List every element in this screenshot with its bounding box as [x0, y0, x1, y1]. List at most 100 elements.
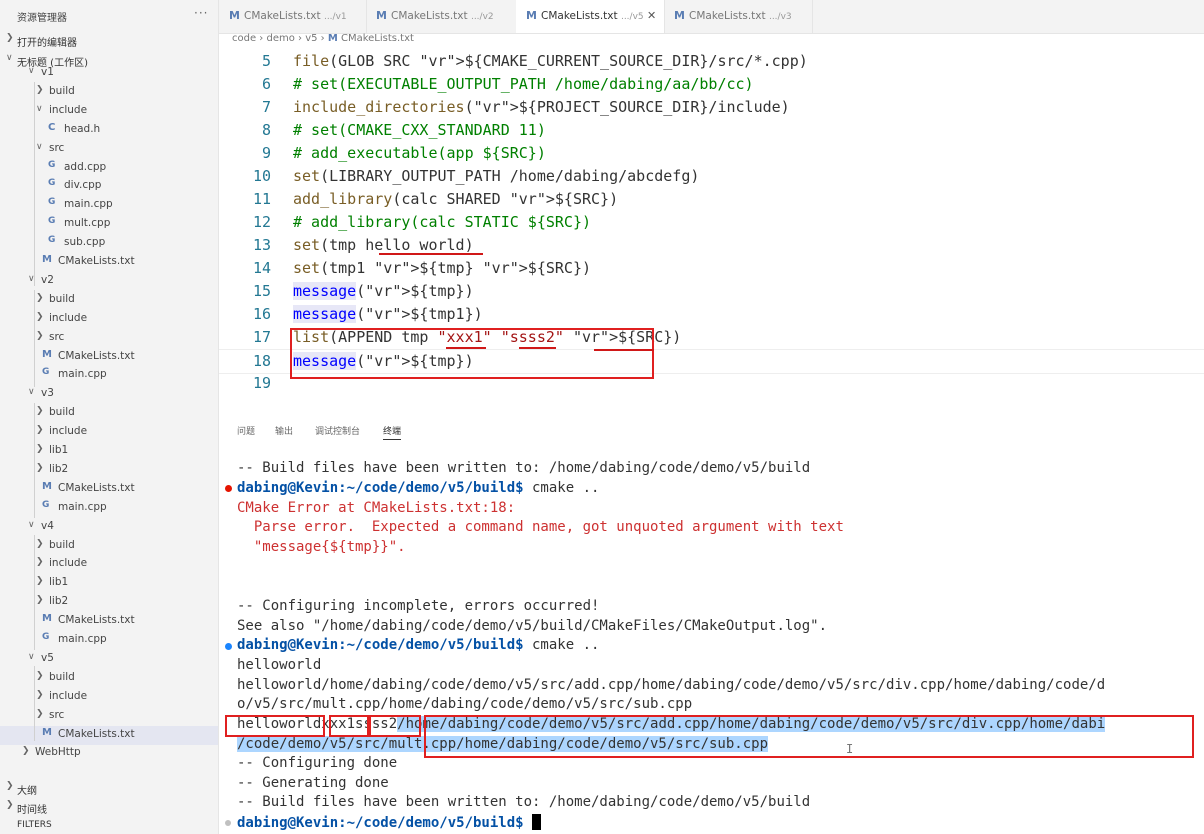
success-status-icon[interactable]: [225, 643, 232, 650]
chevron-right-icon: ❯: [36, 330, 44, 341]
tree-item-include[interactable]: ❯ include: [0, 310, 218, 329]
tab-debug-console[interactable]: 调试控制台: [315, 424, 360, 437]
tree-item-main-cpp[interactable]: Gmain.cpp: [0, 499, 218, 518]
tree-item-build[interactable]: ❯ build: [0, 404, 218, 423]
tree-item-v2[interactable]: ∨ v2: [0, 272, 218, 291]
tree-item-main-cpp[interactable]: Gmain.cpp: [0, 631, 218, 650]
breadcrumb: code › demo › v5 › M CMakeLists.txt: [232, 33, 414, 44]
tree-item-lib1[interactable]: ❯ lib1: [0, 442, 218, 461]
cmake-file-icon: M: [42, 726, 52, 738]
code-line[interactable]: 10 set(LIBRARY_OUTPUT_PATH /home/dabing/a…: [219, 165, 1204, 188]
tree-item-cmakelists-txt[interactable]: M CMakeLists.txt: [0, 725, 218, 745]
code-line[interactable]: 9 # add_executable(app ${SRC}): [219, 142, 1204, 165]
terminal-prompt: dabing@Kevin:~/code/demo/v5/build$: [237, 637, 524, 653]
indent-guide: [34, 82, 35, 286]
tree-item-include[interactable]: ❯ include: [0, 688, 218, 707]
breadcrumb-item[interactable]: v5: [305, 33, 317, 44]
breadcrumb-item[interactable]: CMakeLists.txt: [341, 33, 414, 44]
code-text: message("vr">${tmp1}): [293, 305, 483, 323]
code-line[interactable]: 7 include_directories("vr">${PROJECT_SOUR…: [219, 96, 1204, 119]
tab-terminal[interactable]: 终端: [383, 424, 402, 440]
timeline-section[interactable]: ❯ 时间线: [0, 798, 218, 817]
tree-item-include[interactable]: ❯ include: [0, 423, 218, 442]
filters-section[interactable]: FILTERS: [0, 817, 218, 834]
tab-problems[interactable]: 问题: [237, 424, 255, 437]
tab-cmakelists-v1[interactable]: M CMakeLists.txt .../v1: [219, 0, 367, 33]
terminal-prompt: dabing@Kevin:~/code/demo/v5/build$: [237, 815, 524, 831]
cpp-file-icon: G: [42, 367, 50, 378]
code-text: set(tmp hello world): [293, 236, 474, 254]
tree-item-src[interactable]: ❯ src: [0, 707, 218, 726]
tree-item-lib1[interactable]: ❯ lib1: [0, 574, 218, 593]
tree-item-label: include: [49, 689, 88, 702]
code-line[interactable]: 11 add_library(calc SHARED "vr">${SRC}): [219, 188, 1204, 211]
code-line[interactable]: 15 message("vr">${tmp}): [219, 280, 1204, 303]
line-number: 16: [252, 305, 271, 323]
annotation-box: [424, 715, 1194, 758]
tree-item-v1[interactable]: ∨ v1: [0, 64, 218, 83]
line-number: 5: [261, 52, 271, 70]
tab-dir: .../v2: [470, 12, 494, 22]
tree-item-v4[interactable]: ∨ v4: [0, 518, 218, 537]
code-line[interactable]: 13 set(tmp hello world): [219, 234, 1204, 257]
error-status-icon[interactable]: [225, 485, 232, 492]
code-line[interactable]: 6 # set(EXECUTABLE_OUTPUT_PATH /home/dabi…: [219, 73, 1204, 96]
tree-item-cmakelists-txt[interactable]: M CMakeLists.txt: [0, 480, 218, 499]
tree-item-label: lib2: [49, 595, 69, 608]
tree-item-head-h[interactable]: Chead.h: [0, 121, 218, 140]
breadcrumb-item[interactable]: code: [232, 33, 256, 44]
tree-item-src[interactable]: ❯ src: [0, 329, 218, 348]
tree-item-mult-cpp[interactable]: Gmult.cpp: [0, 215, 218, 234]
line-number: 8: [261, 121, 271, 139]
tree-item-lib2[interactable]: ❯ lib2: [0, 593, 218, 612]
code-editor[interactable]: 19 18 message("vr">${tmp}) 17 list(APPEND tm…: [219, 50, 1204, 400]
tree-item-main-cpp[interactable]: Gmain.cpp: [0, 366, 218, 385]
code-line[interactable]: 8 # set(CMAKE_CXX_STANDARD 11): [219, 119, 1204, 142]
line-number: 18: [252, 352, 271, 370]
code-line[interactable]: 12 # add_library(calc STATIC ${SRC}): [219, 211, 1204, 234]
cmake-file-icon: M: [42, 613, 52, 625]
open-editors-section[interactable]: ❯ 打开的编辑器: [0, 31, 218, 50]
tree-item-label: main.cpp: [58, 500, 107, 513]
close-tab-icon[interactable]: ✕: [647, 9, 656, 22]
tab-cmakelists-v5[interactable]: M CMakeLists.txt .../v5 ✕: [516, 0, 665, 33]
tree-item-add-cpp[interactable]: Gadd.cpp: [0, 159, 218, 178]
terminal-prompt: dabing@Kevin:~/code/demo/v5/build$: [237, 480, 524, 496]
tree-item-sub-cpp[interactable]: Gsub.cpp: [0, 234, 218, 253]
open-editors-label: 打开的编辑器: [17, 38, 77, 49]
tree-item-main-cpp[interactable]: Gmain.cpp: [0, 196, 218, 215]
tree-item-src[interactable]: ∨ src: [0, 140, 218, 159]
tree-item-lib2[interactable]: ❯ lib2: [0, 461, 218, 480]
tree-item-webhttp[interactable]: ❯ WebHttp: [0, 744, 218, 763]
tree-item-div-cpp[interactable]: Gdiv.cpp: [0, 177, 218, 196]
tab-cmakelists-v2[interactable]: M CMakeLists.txt .../v2: [366, 0, 517, 33]
code-line[interactable]: 5 file(GLOB SRC "vr">${CMAKE_CURRENT_SOUR…: [219, 50, 1204, 73]
tree-item-cmakelists-txt[interactable]: M CMakeLists.txt: [0, 348, 218, 367]
line-number: 13: [252, 236, 271, 254]
tab-output[interactable]: 输出: [275, 424, 293, 437]
tree-item-cmakelists-txt[interactable]: M CMakeLists.txt: [0, 253, 218, 272]
tree-item-v3[interactable]: ∨ v3: [0, 385, 218, 404]
tree-item-label: include: [49, 103, 88, 116]
tree-item-label: CMakeLists.txt: [58, 349, 135, 362]
more-actions-icon[interactable]: ···: [194, 6, 208, 20]
code-line[interactable]: 14 set(tmp1 "vr">${tmp} "vr">${SRC}): [219, 257, 1204, 280]
tree-item-build[interactable]: ❯ build: [0, 83, 218, 102]
tab-cmakelists-v3[interactable]: M CMakeLists.txt .../v3: [664, 0, 813, 33]
tree-item-include[interactable]: ∨ include: [0, 102, 218, 121]
tree-item-include[interactable]: ❯ include: [0, 555, 218, 574]
outline-section[interactable]: ❯ 大纲: [0, 779, 218, 798]
tree-item-build[interactable]: ❯ build: [0, 291, 218, 310]
code-text: file(GLOB SRC "vr">${CMAKE_CURRENT_SOURC…: [293, 52, 808, 70]
chevron-down-icon: ∨: [28, 66, 35, 76]
code-text: set(tmp1 "vr">${tmp} "vr">${SRC}): [293, 259, 592, 277]
terminal[interactable]: -- Build files have been written to: /ho…: [219, 460, 1204, 834]
status-icon[interactable]: [225, 820, 231, 826]
breadcrumb-item[interactable]: demo: [266, 33, 294, 44]
tree-item-cmakelists-txt[interactable]: M CMakeLists.txt: [0, 612, 218, 631]
tree-item-build[interactable]: ❯ build: [0, 669, 218, 688]
code-line[interactable]: 16 message("vr">${tmp1}): [219, 303, 1204, 326]
terminal-command: cmake ..: [523, 480, 600, 496]
tree-item-v5[interactable]: ∨ v5: [0, 650, 218, 669]
tree-item-build[interactable]: ❯ build: [0, 537, 218, 556]
